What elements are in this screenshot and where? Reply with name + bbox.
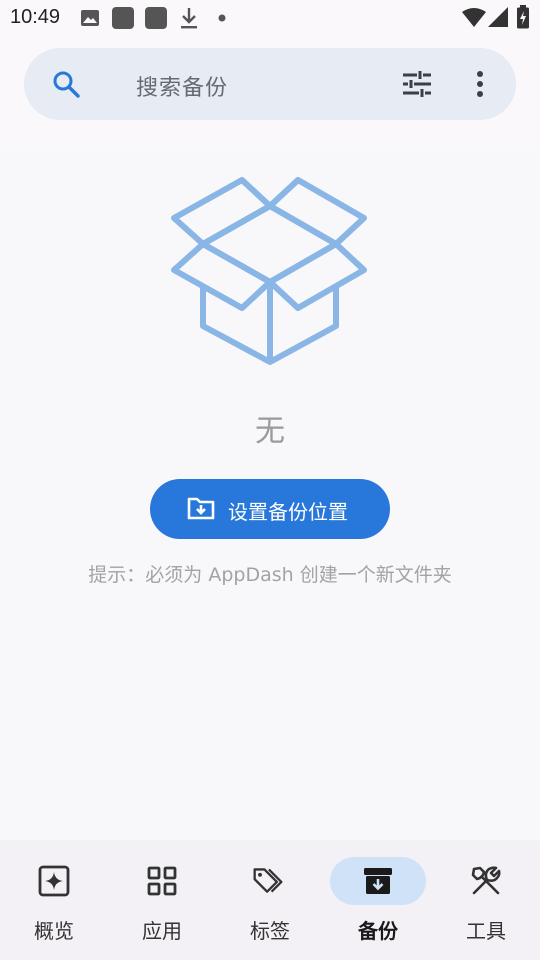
status-bar: 10:49	[0, 0, 540, 36]
filter-icon[interactable]	[402, 70, 432, 98]
download-icon	[181, 8, 197, 29]
open-box-icon	[171, 177, 367, 365]
apps-grid-icon	[147, 866, 177, 896]
dot-icon	[218, 14, 226, 22]
nav-label: 备份	[358, 919, 398, 943]
app-notification-icon	[112, 7, 134, 29]
hint-text: 提示：必须为 AppDash 创建一个新文件夹	[88, 564, 452, 586]
archive-icon	[364, 868, 392, 894]
search-icon[interactable]	[52, 70, 80, 98]
nav-label: 概览	[34, 919, 74, 943]
more-vert-icon[interactable]	[474, 70, 486, 98]
battery-icon	[517, 5, 529, 29]
nav-label: 应用	[142, 919, 182, 943]
nav-item-apps[interactable]: 应用	[108, 840, 216, 960]
nav-label: 标签	[250, 919, 290, 943]
button-label: 设置备份位置	[228, 502, 348, 524]
tools-icon	[471, 866, 501, 895]
backup-screen: 10:49 搜索备份 无 设置备份位置 提示：必须为 AppDash 创建一个新…	[0, 0, 540, 960]
overview-icon	[38, 865, 70, 897]
set-backup-location-button[interactable]: 设置备份位置	[150, 479, 390, 539]
nav-item-tools[interactable]: 工具	[432, 840, 540, 960]
cell-signal-icon	[488, 7, 508, 27]
search-bar[interactable]	[24, 48, 516, 120]
empty-state-title: 无	[255, 414, 285, 449]
wifi-icon	[462, 8, 486, 27]
folder-download-icon	[187, 497, 215, 520]
status-time: 10:49	[10, 6, 61, 28]
bottom-navigation: 概览 应用 标签 备份 工具	[0, 840, 540, 960]
nav-item-overview[interactable]: 概览	[0, 840, 108, 960]
search-input[interactable]: 搜索备份	[136, 70, 228, 102]
app-notification-icon	[145, 7, 167, 29]
nav-label: 工具	[466, 919, 506, 943]
image-notification-icon	[81, 10, 99, 26]
nav-item-backup[interactable]: 备份	[324, 840, 432, 960]
tags-icon	[253, 868, 283, 893]
nav-item-tags[interactable]: 标签	[216, 840, 324, 960]
